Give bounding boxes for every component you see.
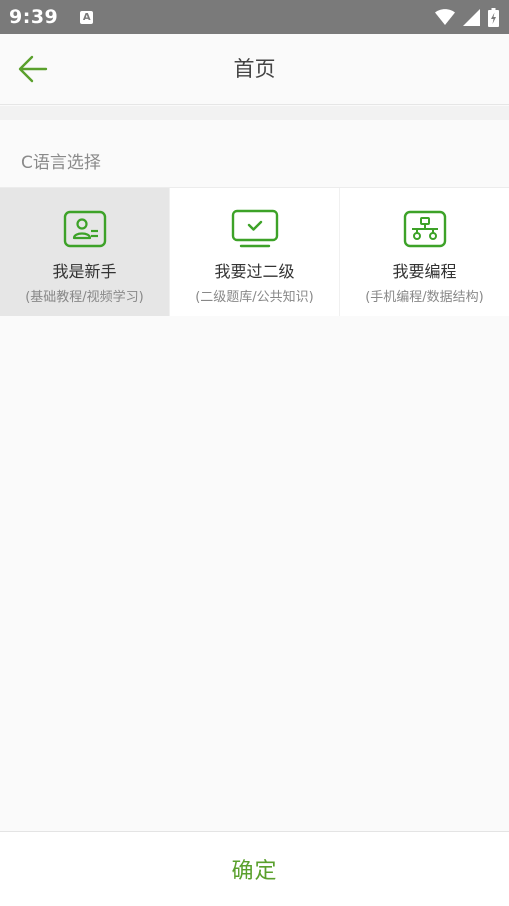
arrow-left-icon: [18, 55, 48, 83]
option-subtitle: (基础教程/视频学习): [25, 290, 144, 305]
option-subtitle: (手机编程/数据结构): [365, 290, 484, 305]
option-title: 我要编程: [392, 262, 457, 281]
signal-icon: [463, 8, 480, 26]
section-title: C语言选择: [21, 153, 101, 173]
option-programming[interactable]: 我要编程 (手机编程/数据结构): [340, 188, 509, 316]
battery-icon: [488, 7, 499, 27]
monitor-check-icon: [231, 209, 278, 248]
option-beginner[interactable]: 我是新手 (基础教程/视频学习): [0, 188, 170, 316]
status-time: 9:39: [9, 6, 59, 28]
back-button[interactable]: [14, 52, 52, 86]
app-header: 首页: [0, 34, 509, 105]
network-icon: [403, 210, 446, 248]
status-icons: [435, 7, 499, 27]
user-card-icon: [63, 210, 106, 248]
status-bar: 9:39 A: [0, 0, 509, 34]
option-level-two[interactable]: 我要过二级 (二级题库/公共知识): [170, 188, 340, 316]
option-subtitle: (二级题库/公共知识): [195, 290, 314, 305]
option-title: 我要过二级: [214, 262, 295, 281]
confirm-button[interactable]: 确定: [0, 832, 509, 906]
footer-bar: 确定: [0, 831, 509, 906]
section-divider: [0, 106, 509, 120]
page-title: 首页: [233, 57, 276, 81]
option-grid: 我是新手 (基础教程/视频学习) 我要过二级 (二级题库/公共知识) 我要编程 …: [0, 187, 509, 316]
notification-a-icon: A: [80, 10, 94, 24]
wifi-icon: [435, 9, 455, 25]
option-title: 我是新手: [52, 262, 117, 281]
